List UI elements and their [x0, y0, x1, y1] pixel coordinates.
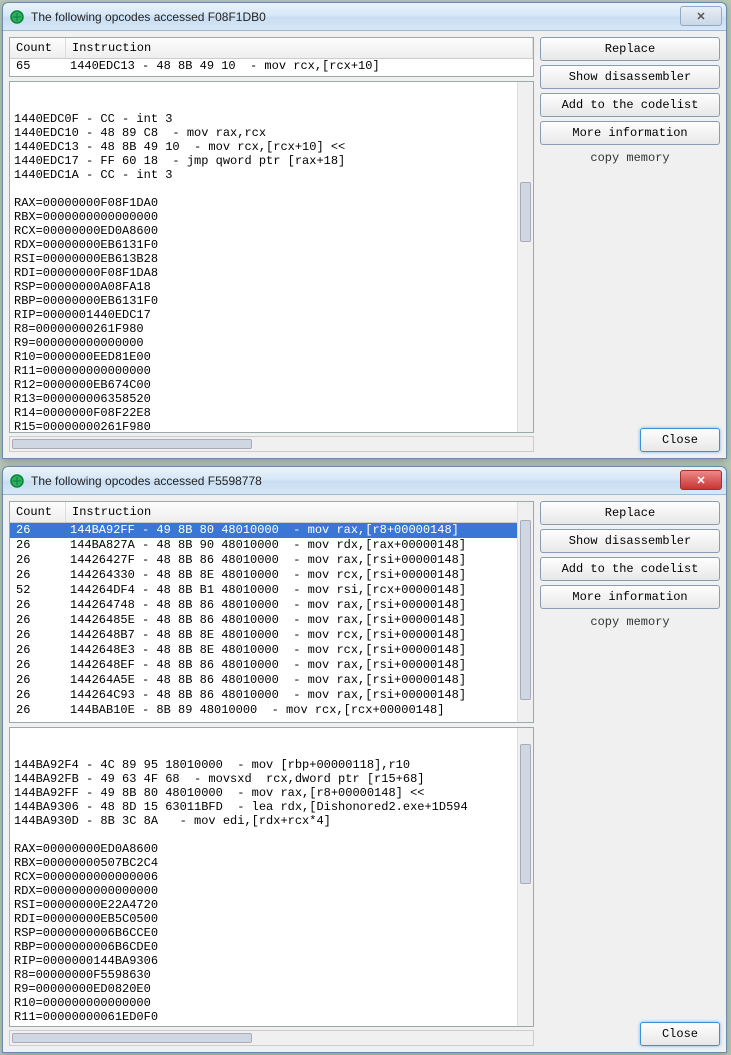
vertical-scrollbar[interactable] — [517, 82, 533, 432]
cell-count: 26 — [10, 658, 66, 673]
show-disassembler-button[interactable]: Show disassembler — [540, 65, 720, 89]
cell-count: 26 — [10, 628, 66, 643]
add-codelist-button[interactable]: Add to the codelist — [540, 557, 720, 581]
copy-memory-link[interactable]: copy memory — [540, 149, 720, 165]
replace-button[interactable]: Replace — [540, 501, 720, 525]
cell-count: 65 — [10, 59, 66, 74]
table-row[interactable]: 26144264C93 - 48 8B 86 48010000 - mov ra… — [10, 688, 533, 703]
cell-instruction: 144BA92FF - 49 8B 80 48010000 - mov rax,… — [66, 523, 533, 538]
opcode-window-2: The following opcodes accessed F5598778 … — [2, 466, 727, 1053]
app-icon — [9, 9, 25, 25]
window-close-icon[interactable]: ✕ — [680, 470, 722, 490]
col-count[interactable]: Count — [10, 38, 66, 58]
table-row[interactable]: 651440EDC13 - 48 8B 49 10 - mov rcx,[rcx… — [10, 59, 533, 74]
cell-instruction: 1442648B7 - 48 8B 8E 48010000 - mov rcx,… — [66, 628, 533, 643]
cell-instruction: 144264330 - 48 8B 8E 48010000 - mov rcx,… — [66, 568, 533, 583]
cell-count: 26 — [10, 598, 66, 613]
disassembly-text: 144BA92F4 - 4C 89 95 18010000 - mov [rbp… — [14, 758, 529, 1027]
cell-count: 52 — [10, 583, 66, 598]
cell-count: 26 — [10, 523, 66, 538]
more-information-button[interactable]: More information — [540, 585, 720, 609]
add-codelist-button[interactable]: Add to the codelist — [540, 93, 720, 117]
instruction-list[interactable]: Count Instruction 26144BA92FF - 49 8B 80… — [9, 501, 534, 723]
cell-instruction: 14426427F - 48 8B 86 48010000 - mov rax,… — [66, 553, 533, 568]
disassembly-view[interactable]: 144BA92F4 - 4C 89 95 18010000 - mov [rbp… — [9, 727, 534, 1027]
cell-count: 26 — [10, 673, 66, 688]
opcode-window-1: The following opcodes accessed F08F1DB0 … — [2, 2, 727, 459]
cell-instruction: 144BA827A - 48 8B 90 48010000 - mov rdx,… — [66, 538, 533, 553]
col-count[interactable]: Count — [10, 502, 66, 522]
cell-instruction: 144264DF4 - 48 8B B1 48010000 - mov rsi,… — [66, 583, 533, 598]
horizontal-scrollbar[interactable] — [9, 436, 534, 452]
cell-count: 26 — [10, 568, 66, 583]
cell-count: 26 — [10, 703, 66, 718]
cell-instruction: 1440EDC13 - 48 8B 49 10 - mov rcx,[rcx+1… — [66, 59, 533, 74]
cell-count: 26 — [10, 688, 66, 703]
table-row[interactable]: 261442648EF - 48 8B 86 48010000 - mov ra… — [10, 658, 533, 673]
col-instruction[interactable]: Instruction — [66, 502, 533, 522]
cell-count: 26 — [10, 553, 66, 568]
cell-instruction: 144264748 - 48 8B 86 48010000 - mov rax,… — [66, 598, 533, 613]
cell-count: 26 — [10, 613, 66, 628]
cell-count: 26 — [10, 643, 66, 658]
table-row[interactable]: 26144264748 - 48 8B 86 48010000 - mov ra… — [10, 598, 533, 613]
disassembly-view[interactable]: 1440EDC0F - CC - int 3 1440EDC10 - 48 89… — [9, 81, 534, 433]
table-row[interactable]: 26144264330 - 48 8B 8E 48010000 - mov rc… — [10, 568, 533, 583]
table-row[interactable]: 26144BA92FF - 49 8B 80 48010000 - mov ra… — [10, 523, 533, 538]
table-row[interactable]: 26144BAB10E - 8B 89 48010000 - mov rcx,[… — [10, 703, 533, 718]
close-button[interactable]: Close — [640, 1022, 720, 1046]
cell-count: 26 — [10, 538, 66, 553]
copy-memory-link[interactable]: copy memory — [540, 613, 720, 629]
col-instruction[interactable]: Instruction — [66, 38, 533, 58]
cell-instruction: 14426485E - 48 8B 86 48010000 - mov rax,… — [66, 613, 533, 628]
show-disassembler-button[interactable]: Show disassembler — [540, 529, 720, 553]
horizontal-scrollbar[interactable] — [9, 1030, 534, 1046]
list-header: Count Instruction — [10, 38, 533, 59]
disassembly-text: 1440EDC0F - CC - int 3 1440EDC10 - 48 89… — [14, 112, 529, 433]
titlebar[interactable]: The following opcodes accessed F5598778 … — [3, 467, 726, 495]
cell-instruction: 1442648EF - 48 8B 86 48010000 - mov rax,… — [66, 658, 533, 673]
window-title: The following opcodes accessed F08F1DB0 — [31, 10, 266, 24]
table-row[interactable]: 26144264A5E - 48 8B 86 48010000 - mov ra… — [10, 673, 533, 688]
table-row[interactable]: 261442648B7 - 48 8B 8E 48010000 - mov rc… — [10, 628, 533, 643]
table-row[interactable]: 261442648E3 - 48 8B 8E 48010000 - mov rc… — [10, 643, 533, 658]
more-information-button[interactable]: More information — [540, 121, 720, 145]
table-row[interactable]: 2614426427F - 48 8B 86 48010000 - mov ra… — [10, 553, 533, 568]
table-row[interactable]: 2614426485E - 48 8B 86 48010000 - mov ra… — [10, 613, 533, 628]
window-title: The following opcodes accessed F5598778 — [31, 474, 262, 488]
instruction-list[interactable]: Count Instruction 651440EDC13 - 48 8B 49… — [9, 37, 534, 77]
cell-instruction: 144BAB10E - 8B 89 48010000 - mov rcx,[rc… — [66, 703, 533, 718]
replace-button[interactable]: Replace — [540, 37, 720, 61]
cell-instruction: 1442648E3 - 48 8B 8E 48010000 - mov rcx,… — [66, 643, 533, 658]
cell-instruction: 144264A5E - 48 8B 86 48010000 - mov rax,… — [66, 673, 533, 688]
vertical-scrollbar[interactable] — [517, 502, 533, 722]
table-row[interactable]: 26144BA827A - 48 8B 90 48010000 - mov rd… — [10, 538, 533, 553]
app-icon — [9, 473, 25, 489]
titlebar[interactable]: The following opcodes accessed F08F1DB0 … — [3, 3, 726, 31]
vertical-scrollbar[interactable] — [517, 728, 533, 1026]
window-close-icon[interactable]: ✕ — [680, 6, 722, 26]
close-button[interactable]: Close — [640, 428, 720, 452]
list-header: Count Instruction — [10, 502, 533, 523]
cell-instruction: 144264C93 - 48 8B 86 48010000 - mov rax,… — [66, 688, 533, 703]
table-row[interactable]: 52144264DF4 - 48 8B B1 48010000 - mov rs… — [10, 583, 533, 598]
